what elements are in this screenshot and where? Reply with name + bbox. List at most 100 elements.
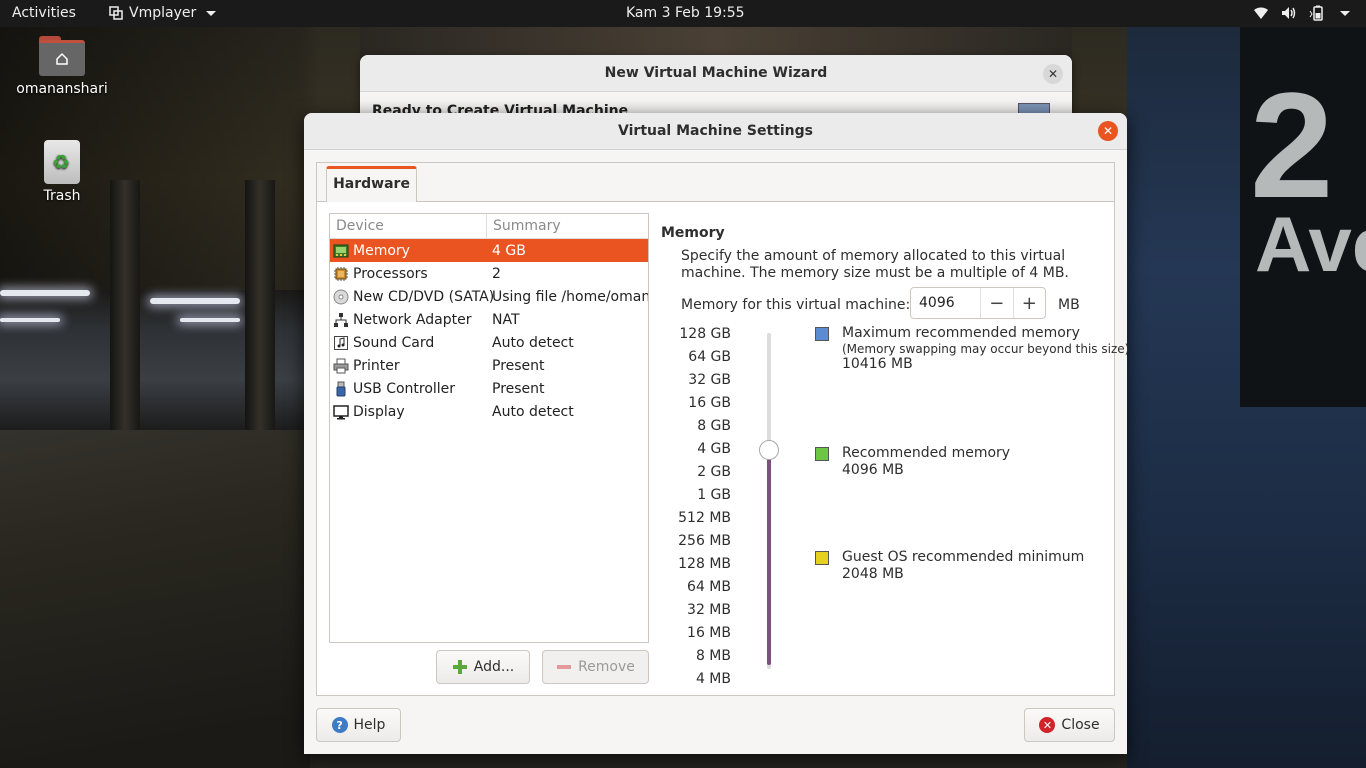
memory-scale-label: 32 GB bbox=[688, 372, 731, 388]
top-bar: Activities Vmplayer Kam 3 Feb 19:55 bbox=[0, 0, 1366, 27]
folder-icon bbox=[39, 36, 85, 76]
legend-min-swatch bbox=[815, 551, 829, 565]
wallpaper-detail bbox=[0, 430, 310, 768]
close-button[interactable]: ✕ Close bbox=[1024, 708, 1115, 742]
chevron-down-icon bbox=[1336, 4, 1354, 22]
decrement-button[interactable]: − bbox=[980, 288, 1012, 318]
add-device-button[interactable]: Add... bbox=[436, 650, 530, 684]
device-cell: New CD/DVD (SATA) bbox=[330, 288, 495, 305]
device-summary: 2 bbox=[492, 265, 501, 282]
trash-label: Trash bbox=[43, 188, 81, 204]
tab-hardware[interactable]: Hardware bbox=[326, 166, 417, 202]
memory-slider-fill bbox=[767, 449, 771, 665]
device-summary: Present bbox=[492, 380, 545, 397]
memory-slider-thumb[interactable] bbox=[759, 440, 779, 460]
wizard-close-button[interactable]: ✕ bbox=[1043, 64, 1063, 84]
device-summary: NAT bbox=[492, 311, 520, 328]
vm-settings-dialog: Virtual Machine Settings ✕ Hardware Devi… bbox=[304, 113, 1129, 754]
legend-max-label: Maximum recommended memory bbox=[842, 325, 1080, 341]
cd-icon bbox=[333, 289, 349, 305]
home-folder[interactable]: omananshari bbox=[14, 36, 110, 97]
memory-section-title: Memory bbox=[661, 225, 725, 241]
memory-scale-label: 256 MB bbox=[678, 533, 731, 549]
device-row[interactable]: Sound Card Auto detect bbox=[330, 331, 648, 354]
legend-max-note: (Memory swapping may occur beyond this s… bbox=[842, 342, 1130, 356]
app-menu[interactable]: Vmplayer bbox=[109, 5, 217, 21]
battery-icon bbox=[1308, 4, 1326, 22]
help-button[interactable]: ? Help bbox=[316, 708, 401, 742]
dialog-titlebar[interactable]: Virtual Machine Settings ✕ bbox=[304, 113, 1127, 150]
memory-scale-label: 16 MB bbox=[687, 625, 731, 641]
dialog-close-button[interactable]: ✕ bbox=[1098, 121, 1118, 141]
memory-scale-label: 64 GB bbox=[688, 349, 731, 365]
legend-max-swatch bbox=[815, 327, 829, 341]
close-icon: ✕ bbox=[1047, 67, 1059, 81]
display-icon bbox=[333, 404, 349, 420]
device-row[interactable]: USB Controller Present bbox=[330, 377, 648, 400]
memory-scale-label: 8 GB bbox=[697, 418, 731, 434]
wallpaper-detail bbox=[150, 298, 240, 304]
memory-input[interactable]: 4096 bbox=[911, 288, 980, 318]
sound-icon bbox=[333, 335, 349, 351]
trash-icon: ♻ bbox=[44, 140, 80, 184]
device-name: New CD/DVD (SATA) bbox=[353, 288, 495, 305]
volume-icon bbox=[1280, 4, 1298, 22]
legend-rec-value: 4096 MB bbox=[842, 462, 904, 478]
device-row[interactable]: Display Auto detect bbox=[330, 400, 648, 423]
device-summary: Auto detect bbox=[492, 334, 574, 351]
settings-notebook: Hardware Device Summary Memory 4 GB Proces… bbox=[316, 162, 1129, 696]
memory-scale-label: 8 MB bbox=[695, 648, 731, 664]
remove-device-button[interactable]: Remove bbox=[542, 650, 649, 684]
device-cell: Network Adapter bbox=[330, 312, 492, 328]
memory-description: Specify the amount of memory allocated t… bbox=[681, 248, 1069, 281]
usb-icon bbox=[333, 381, 349, 397]
device-row[interactable]: Processors 2 bbox=[330, 262, 648, 285]
memory-unit: MB bbox=[1058, 297, 1080, 313]
help-label: Help bbox=[353, 717, 386, 733]
wallpaper-detail bbox=[0, 318, 60, 322]
close-label: Close bbox=[1061, 717, 1100, 733]
device-summary: Present bbox=[492, 357, 545, 374]
app-menu-label: Vmplayer bbox=[129, 5, 197, 21]
device-list-header: Device Summary bbox=[330, 214, 648, 239]
device-name: Processors bbox=[353, 265, 428, 282]
memory-scale-label: 64 MB bbox=[687, 579, 731, 595]
device-name: Printer bbox=[353, 357, 400, 374]
device-row[interactable]: Memory 4 GB bbox=[330, 239, 648, 262]
chevron-down-icon bbox=[206, 10, 217, 16]
home-folder-label: omananshari bbox=[16, 81, 108, 97]
column-header-device[interactable]: Device bbox=[330, 214, 487, 238]
column-header-summary[interactable]: Summary bbox=[487, 214, 567, 238]
device-list[interactable]: Device Summary Memory 4 GB Processors 2 New … bbox=[329, 213, 649, 643]
plus-icon bbox=[452, 660, 467, 674]
device-row[interactable]: Printer Present bbox=[330, 354, 648, 377]
legend-min-value: 2048 MB bbox=[842, 566, 904, 582]
vmplayer-icon bbox=[109, 6, 123, 20]
network-icon bbox=[333, 312, 349, 328]
device-row[interactable]: New CD/DVD (SATA) Using file /home/omana bbox=[330, 285, 648, 308]
clock[interactable]: Kam 3 Feb 19:55 bbox=[626, 5, 745, 21]
memory-scale-label: 512 MB bbox=[678, 510, 731, 526]
memory-scale-label: 1 GB bbox=[697, 487, 731, 503]
memory-field-label: Memory for this virtual machine: bbox=[681, 297, 911, 313]
device-cell: USB Controller bbox=[330, 381, 492, 397]
memory-spinbox: 4096 − + bbox=[910, 287, 1046, 319]
add-device-label: Add... bbox=[473, 659, 515, 675]
wizard-title: New Virtual Machine Wizard bbox=[604, 65, 828, 81]
remove-device-label: Remove bbox=[578, 659, 635, 675]
memory-icon bbox=[333, 243, 349, 259]
wallpaper-detail bbox=[0, 290, 90, 296]
device-name: Sound Card bbox=[353, 334, 435, 351]
device-summary: Using file /home/omana bbox=[492, 288, 648, 305]
activities-button[interactable]: Activities bbox=[12, 5, 76, 21]
device-row[interactable]: Network Adapter NAT bbox=[330, 308, 648, 331]
wallpaper-sign-text: Ave bbox=[1255, 200, 1366, 288]
wizard-titlebar[interactable]: New Virtual Machine Wizard ✕ bbox=[360, 55, 1072, 92]
device-rows: Memory 4 GB Processors 2 New CD/DVD (SATA) Us… bbox=[330, 239, 648, 423]
system-tray[interactable] bbox=[1252, 4, 1354, 22]
device-name: Memory bbox=[353, 242, 410, 259]
increment-button[interactable]: + bbox=[1012, 288, 1045, 318]
wallpaper-detail bbox=[360, 27, 1072, 57]
trash[interactable]: ♻ Trash bbox=[14, 140, 110, 204]
memory-scale-label: 4 MB bbox=[695, 671, 731, 687]
